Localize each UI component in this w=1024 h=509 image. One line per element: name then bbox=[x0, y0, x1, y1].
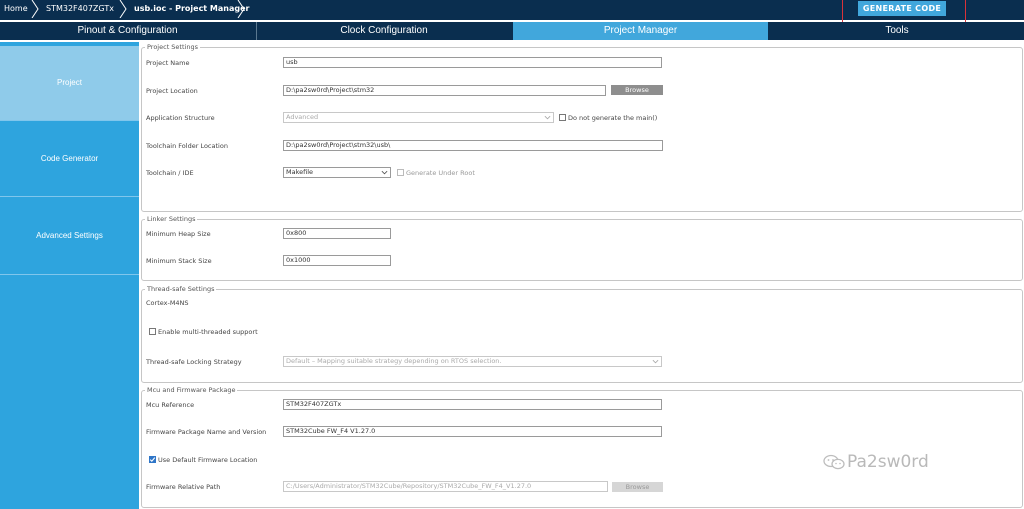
locking-strategy-select[interactable]: Default – Mapping suitable strategy depe… bbox=[283, 356, 662, 367]
project-location-label: Project Location bbox=[146, 87, 198, 95]
project-location-browse-button[interactable]: Browse bbox=[611, 85, 663, 95]
sidebar-divider bbox=[0, 274, 139, 275]
breadcrumb-chevron-icon bbox=[119, 0, 127, 18]
mcu-reference-label: Mcu Reference bbox=[146, 401, 195, 409]
breadcrumb-bar: Home STM32F407ZGTx usb.ioc - Project Man… bbox=[0, 0, 1024, 20]
main-tabs: Pinout & Configuration Clock Configurati… bbox=[0, 22, 1024, 40]
linker-settings-panel: Linker Settings Minimum Heap Size 0x800 … bbox=[141, 215, 1023, 281]
breadcrumb-chevron-icon bbox=[31, 0, 39, 18]
sidebar-item-project[interactable]: Project bbox=[0, 46, 139, 120]
sidebar-item-code-generator[interactable]: Code Generator bbox=[0, 121, 139, 196]
tab-project-manager[interactable]: Project Manager bbox=[513, 22, 768, 40]
tab-tools[interactable]: Tools bbox=[770, 22, 1024, 40]
firmware-path-label: Firmware Relative Path bbox=[146, 483, 221, 491]
watermark-text: Pa2sw0rd bbox=[847, 452, 929, 472]
chevron-down-icon bbox=[544, 115, 551, 120]
thread-safe-settings-panel: Thread-safe Settings Cortex-M4NS Enable … bbox=[141, 285, 1023, 383]
breadcrumb-file[interactable]: usb.ioc - Project Manager bbox=[134, 0, 249, 18]
breadcrumb-chevron-icon bbox=[237, 0, 245, 18]
project-name-label: Project Name bbox=[146, 59, 190, 67]
toolchain-ide-select[interactable]: Makefile bbox=[283, 167, 391, 178]
firmware-path-input[interactable]: C:/Users/Administrator/STM32Cube/Reposit… bbox=[283, 481, 608, 492]
app-structure-value: Advanced bbox=[286, 113, 319, 121]
heap-size-label: Minimum Heap Size bbox=[146, 230, 211, 238]
use-default-firmware-label: Use Default Firmware Location bbox=[158, 456, 258, 464]
mcu-firmware-panel: Mcu and Firmware Package Mcu Reference S… bbox=[141, 386, 1023, 508]
no-main-label: Do not generate the main() bbox=[568, 114, 658, 122]
stack-size-input[interactable]: 0x1000 bbox=[283, 255, 391, 266]
core-name-label: Cortex-M4NS bbox=[146, 299, 189, 307]
panel-legend: Linker Settings bbox=[145, 215, 198, 224]
use-default-firmware-checkbox[interactable] bbox=[149, 456, 156, 463]
panel-legend: Project Settings bbox=[145, 43, 200, 52]
app-structure-select[interactable]: Advanced bbox=[283, 112, 554, 123]
generate-under-root-checkbox[interactable] bbox=[397, 169, 404, 176]
firmware-package-label: Firmware Package Name and Version bbox=[146, 428, 267, 436]
chevron-down-icon bbox=[652, 359, 659, 364]
locking-strategy-label: Thread-safe Locking Strategy bbox=[146, 358, 242, 366]
breadcrumb-home[interactable]: Home bbox=[4, 0, 28, 18]
sidebar: Project Code Generator Advanced Settings bbox=[0, 42, 139, 509]
panel-legend: Thread-safe Settings bbox=[145, 285, 217, 294]
project-location-input[interactable]: D:\pa2sw0rd\Project\stm32 bbox=[283, 85, 606, 96]
firmware-package-input[interactable]: STM32Cube FW_F4 V1.27.0 bbox=[283, 426, 662, 437]
panel-legend: Mcu and Firmware Package bbox=[145, 386, 238, 395]
checkmark-icon bbox=[149, 457, 156, 463]
sidebar-item-advanced-settings[interactable]: Advanced Settings bbox=[0, 197, 139, 274]
multithread-label: Enable multi-threaded support bbox=[158, 328, 258, 336]
generate-code-button[interactable]: GENERATE CODE bbox=[858, 1, 946, 16]
project-name-input[interactable]: usb bbox=[283, 57, 662, 68]
toolchain-ide-label: Toolchain / IDE bbox=[146, 169, 194, 177]
firmware-path-browse-button[interactable]: Browse bbox=[612, 482, 663, 492]
generate-under-root-label: Generate Under Root bbox=[406, 169, 475, 177]
mcu-reference-input[interactable]: STM32F407ZGTx bbox=[283, 399, 662, 410]
wechat-icon bbox=[823, 454, 845, 470]
toolchain-folder-label: Toolchain Folder Location bbox=[146, 142, 228, 150]
project-settings-panel: Project Settings Project Name usb Projec… bbox=[141, 43, 1023, 212]
chevron-down-icon bbox=[381, 170, 388, 175]
toolchain-ide-value: Makefile bbox=[286, 168, 314, 176]
stack-size-label: Minimum Stack Size bbox=[146, 257, 212, 265]
no-main-checkbox[interactable] bbox=[559, 114, 566, 121]
toolchain-folder-input[interactable]: D:\pa2sw0rd\Project\stm32\usb\ bbox=[283, 140, 663, 151]
locking-strategy-value: Default – Mapping suitable strategy depe… bbox=[286, 357, 502, 365]
multithread-checkbox[interactable] bbox=[149, 328, 156, 335]
app-structure-label: Application Structure bbox=[146, 114, 215, 122]
heap-size-input[interactable]: 0x800 bbox=[283, 228, 391, 239]
tab-clock-configuration[interactable]: Clock Configuration bbox=[257, 22, 511, 40]
breadcrumb-device[interactable]: STM32F407ZGTx bbox=[46, 0, 114, 18]
tab-pinout-configuration[interactable]: Pinout & Configuration bbox=[0, 22, 255, 40]
